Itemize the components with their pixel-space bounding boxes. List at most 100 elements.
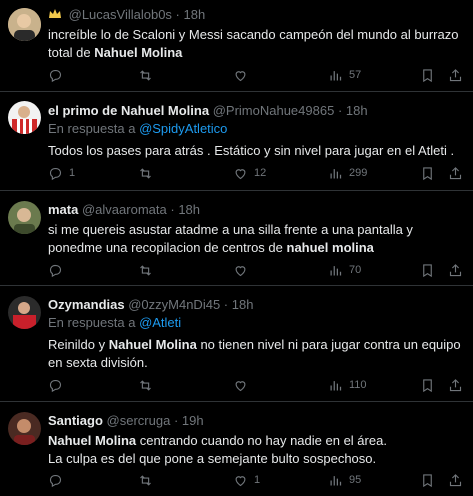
like-count: 12 (254, 167, 267, 179)
reply-context: En respuesta a @Atleti (48, 315, 182, 330)
reply-context: En respuesta a @SpidyAtletico (48, 121, 228, 136)
tweet-text: si me quereis asustar atadme a una silla… (48, 222, 413, 255)
reply-icon (48, 263, 63, 278)
bookmark-button[interactable] (420, 261, 435, 279)
reply-button[interactable]: 1 (48, 164, 75, 182)
tweet-time[interactable]: 18h (346, 103, 368, 118)
tweet-actions: 57 (48, 66, 465, 84)
tweet-actions: 1 12 299 (48, 164, 465, 182)
tweet-time[interactable]: 18h (178, 202, 200, 217)
share-icon (448, 378, 463, 393)
share-icon (448, 473, 463, 488)
tweet-time[interactable]: 19h (182, 413, 204, 428)
user-handle[interactable]: @alvaaromata (82, 202, 167, 217)
share-button[interactable] (448, 261, 463, 279)
display-name[interactable]: Santiago (48, 413, 103, 428)
views-button[interactable]: 57 (328, 66, 361, 84)
user-handle[interactable]: @0zzyM4nDi45 (128, 297, 220, 312)
share-button[interactable] (448, 471, 463, 489)
tweet[interactable]: Ozymandias @0zzyM4nDi45 · 18h En respues… (0, 286, 473, 402)
like-button[interactable]: 1 (233, 471, 260, 489)
avatar[interactable] (8, 201, 41, 234)
reply-icon (48, 166, 63, 181)
bookmark-icon (420, 473, 435, 488)
reply-icon (48, 68, 63, 83)
tweet-text: Reinildo y Nahuel Molina no tienen nivel… (48, 337, 461, 370)
highlight-keyword: nahuel molina (286, 240, 374, 255)
bookmark-button[interactable] (420, 66, 435, 84)
tweet-header: mata @alvaaromata · 18h (48, 202, 201, 217)
user-handle[interactable]: @PrimoNahue49865 (213, 103, 335, 118)
tweet[interactable]: Santiago @sercruga · 19h Nahuel Molina c… (0, 402, 473, 496)
retweet-icon (138, 68, 153, 83)
share-button[interactable] (448, 164, 463, 182)
tweet-header: @LucasVillalob0s · 18h (48, 6, 465, 26)
avatar[interactable] (8, 412, 41, 445)
tweet[interactable]: el primo de Nahuel Molina @PrimoNahue498… (0, 92, 473, 191)
bookmark-button[interactable] (420, 376, 435, 394)
views-button[interactable]: 95 (328, 471, 361, 489)
retweet-button[interactable] (138, 66, 159, 84)
reply-button[interactable] (48, 66, 69, 84)
retweet-button[interactable] (138, 471, 159, 489)
retweet-button[interactable] (138, 164, 159, 182)
like-icon (233, 263, 248, 278)
reply-mention-link[interactable]: @Atleti (139, 315, 181, 330)
share-icon (448, 166, 463, 181)
views-count: 70 (349, 264, 362, 276)
like-button[interactable] (233, 376, 254, 394)
bookmark-icon (420, 378, 435, 393)
like-icon (233, 473, 248, 488)
tweet-text: increíble lo de Scaloni y Messi sacando … (48, 27, 459, 60)
views-button[interactable]: 110 (328, 376, 367, 394)
highlight-keyword: Nahuel Molina (108, 337, 197, 352)
retweet-icon (138, 263, 153, 278)
like-button[interactable] (233, 66, 254, 84)
reply-mention-link[interactable]: @SpidyAtletico (139, 121, 227, 136)
avatar[interactable] (8, 101, 41, 134)
crown-emoji-icon (48, 7, 62, 26)
bookmark-button[interactable] (420, 471, 435, 489)
retweet-button[interactable] (138, 261, 159, 279)
avatar[interactable] (8, 8, 41, 41)
reply-button[interactable] (48, 471, 69, 489)
views-count: 95 (349, 474, 362, 486)
user-handle[interactable]: @LucasVillalob0s (69, 7, 172, 22)
reply-icon (48, 378, 63, 393)
display-name[interactable]: Ozymandias (48, 297, 125, 312)
tweet-header: el primo de Nahuel Molina @PrimoNahue498… (48, 103, 368, 118)
retweet-button[interactable] (138, 376, 159, 394)
tweet-text: Nahuel Molina centrando cuando no hay na… (48, 433, 387, 466)
avatar-image (8, 101, 41, 134)
bookmark-icon (420, 68, 435, 83)
tweet-actions: 110 (48, 376, 465, 394)
user-handle[interactable]: @sercruga (107, 413, 171, 428)
tweet[interactable]: @LucasVillalob0s · 18h increíble lo de S… (0, 0, 473, 92)
like-button[interactable] (233, 261, 254, 279)
views-icon (328, 473, 343, 488)
views-icon (328, 378, 343, 393)
like-count: 1 (254, 474, 261, 486)
display-name[interactable]: mata (48, 202, 78, 217)
tweet-time[interactable]: 18h (184, 7, 206, 22)
share-button[interactable] (448, 376, 463, 394)
share-icon (448, 68, 463, 83)
views-icon (328, 263, 343, 278)
tweet-actions: 1 95 (48, 471, 465, 489)
like-icon (233, 378, 248, 393)
like-button[interactable]: 12 (233, 164, 266, 182)
display-name[interactable]: el primo de Nahuel Molina (48, 103, 209, 118)
reply-button[interactable] (48, 376, 69, 394)
tweet-actions: 70 (48, 261, 465, 279)
share-button[interactable] (448, 66, 463, 84)
views-button[interactable]: 299 (328, 164, 367, 182)
bookmark-icon (420, 166, 435, 181)
bookmark-button[interactable] (420, 164, 435, 182)
reply-button[interactable] (48, 261, 69, 279)
tweet-time[interactable]: 18h (232, 297, 254, 312)
avatar[interactable] (8, 296, 41, 329)
tweet[interactable]: mata @alvaaromata · 18h si me quereis as… (0, 191, 473, 286)
tweet-header: Santiago @sercruga · 19h (48, 413, 204, 428)
avatar-image (8, 412, 41, 445)
views-button[interactable]: 70 (328, 261, 361, 279)
